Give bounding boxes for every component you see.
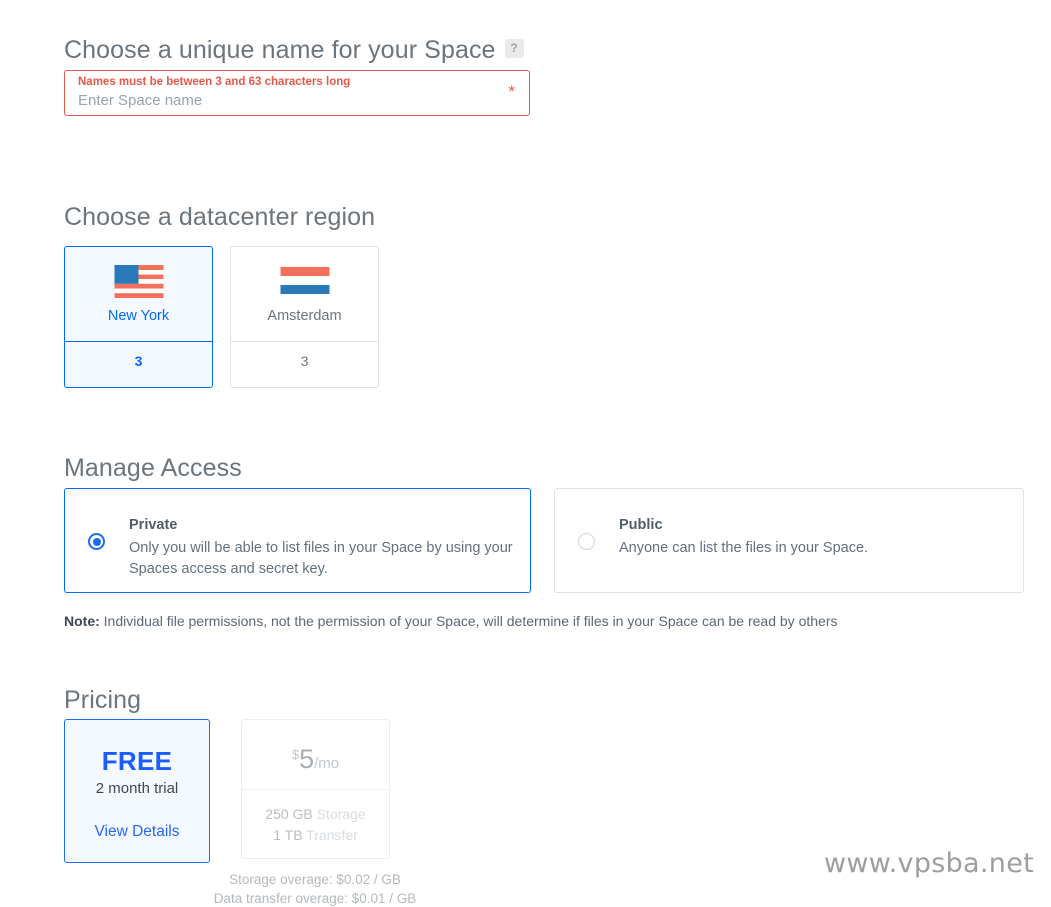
paid-plan-spec-value: 250 GB <box>265 806 313 822</box>
paid-plan-price: $5/mo <box>242 744 389 775</box>
access-option-description: Anyone can list the files in your Space. <box>619 540 869 556</box>
paid-plan-spec-transfer: 1 TB Transfer <box>242 827 389 843</box>
pricing-heading: Pricing <box>64 686 142 714</box>
access-option-title: Private <box>129 517 178 533</box>
space-name-error-message: Names must be between 3 and 63 character… <box>78 76 351 88</box>
region-card-new-york[interactable]: New York 3 <box>64 246 213 388</box>
paid-plan-spec-storage: 250 GB Storage <box>242 806 389 822</box>
pricing-card-paid[interactable]: $5/mo 250 GB Storage 1 TB Transfer <box>241 719 390 859</box>
space-name-heading: Choose a unique name for your Space? <box>64 36 524 65</box>
radio-private[interactable] <box>88 533 105 550</box>
pricing-card-free[interactable]: FREE 2 month trial View Details <box>64 719 210 863</box>
region-card-amsterdam[interactable]: Amsterdam 3 <box>230 246 379 388</box>
region-card-top: New York <box>65 247 212 341</box>
paid-plan-divider <box>242 789 389 790</box>
storage-overage-text: Storage overage: $0.02 / GB <box>229 872 401 887</box>
netherlands-flag-icon <box>280 267 329 294</box>
region-count-label: 3 <box>300 353 309 369</box>
access-option-private[interactable]: Private Only you will be able to list fi… <box>64 488 531 593</box>
access-note-text: Individual file permissions, not the per… <box>99 613 838 629</box>
radio-dot <box>92 537 101 546</box>
paid-plan-spec-value: 1 TB <box>273 827 303 843</box>
watermark: www.vpsba.net <box>823 848 1034 879</box>
space-name-placeholder: Enter Space name <box>78 92 203 109</box>
help-icon[interactable]: ? <box>504 39 524 58</box>
region-name-label: Amsterdam <box>267 308 342 324</box>
access-note-label: Note: <box>64 613 100 629</box>
transfer-overage-text: Data transfer overage: $0.01 / GB <box>213 891 417 906</box>
manage-access-heading: Manage Access <box>64 454 242 482</box>
region-card-divider <box>231 341 378 342</box>
us-flag-icon <box>114 265 163 298</box>
paid-plan-amount: 5 <box>299 744 315 774</box>
space-name-heading-text: Choose a unique name for your Space <box>64 36 496 64</box>
paid-plan-spec-word: Transfer <box>302 827 358 843</box>
region-heading: Choose a datacenter region <box>64 203 376 231</box>
region-card-divider <box>65 341 212 342</box>
access-option-description: Only you will be able to list files in y… <box>129 540 513 577</box>
paid-plan-period: /mo <box>314 755 340 772</box>
free-plan-title: FREE <box>101 746 173 776</box>
create-space-form: Choose a unique name for your Space? Nam… <box>0 0 1051 907</box>
required-asterisk-icon: * <box>508 82 515 101</box>
paid-plan-spec-word: Storage <box>312 806 366 822</box>
space-name-input[interactable]: Names must be between 3 and 63 character… <box>64 70 530 116</box>
access-note: Note: Individual file permissions, not t… <box>64 613 837 629</box>
access-option-public[interactable]: Public Anyone can list the files in your… <box>554 488 1024 593</box>
access-option-title: Public <box>619 517 663 533</box>
paid-plan-currency: $ <box>291 747 300 762</box>
region-name-label: New York <box>107 308 170 324</box>
radio-public[interactable] <box>578 533 595 550</box>
region-count-label: 3 <box>134 353 143 369</box>
free-plan-subtitle: 2 month trial <box>95 780 179 797</box>
view-details-link[interactable]: View Details <box>65 823 209 841</box>
region-card-top: Amsterdam <box>231 247 378 341</box>
